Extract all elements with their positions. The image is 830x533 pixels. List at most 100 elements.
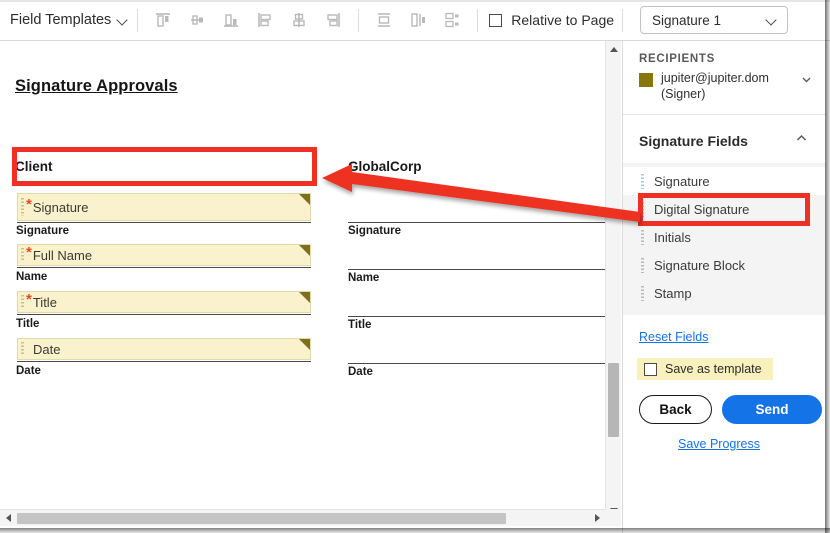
field-item-signature-block[interactable]: Signature Block <box>623 251 825 279</box>
toolbar-divider <box>358 8 360 32</box>
column-heading-client: Client <box>15 159 53 174</box>
chevron-down-icon <box>767 15 778 26</box>
save-as-template-label: Save as template <box>665 362 762 376</box>
drag-grip-icon <box>21 294 24 310</box>
field-caption-date: Date <box>16 365 41 377</box>
right-sidebar: RECIPIENTS jupiter@jupiter.dom (Signer) S… <box>622 41 825 533</box>
scroll-right-arrow-icon[interactable] <box>589 510 605 526</box>
reset-fields-link[interactable]: Reset Fields <box>639 330 708 344</box>
relative-to-page-checkbox[interactable]: Relative to Page <box>489 12 614 28</box>
field-item-digital-signature[interactable]: Digital Signature <box>623 195 825 223</box>
align-right-button[interactable] <box>316 6 350 34</box>
field-templates-label: Field Templates <box>10 12 112 28</box>
field-item-label: Signature Block <box>654 257 746 273</box>
recipient-role: (Signer) <box>661 86 706 101</box>
required-asterisk-icon: * <box>26 196 32 213</box>
document-vertical-scrollbar[interactable] <box>605 41 621 518</box>
required-asterisk-icon: * <box>26 244 32 261</box>
field-item-initials[interactable]: Initials <box>623 223 825 251</box>
checkbox-square-icon <box>489 13 503 27</box>
placed-field-label: Date <box>33 341 61 357</box>
column-heading-globalcorp: GlobalCorp <box>348 159 422 174</box>
field-underline <box>17 222 311 223</box>
field-underline <box>17 361 311 362</box>
drag-grip-icon <box>641 229 644 245</box>
action-button-row: Back Send <box>639 394 825 424</box>
align-top-button[interactable] <box>146 6 180 34</box>
document-page: Signature Approvals Client GlobalCorp * … <box>0 41 606 511</box>
match-width-button[interactable] <box>401 6 435 34</box>
recipient-row[interactable]: jupiter@jupiter.dom (Signer) <box>639 71 813 102</box>
top-toolbar: Field Templates Relative to Page Signatu… <box>0 0 830 41</box>
recipients-section: RECIPIENTS jupiter@jupiter.dom (Signer) <box>623 41 825 115</box>
corp-caption-signature: Signature <box>348 225 402 237</box>
align-bottom-button[interactable] <box>214 6 248 34</box>
placed-field-label: Title <box>32 294 57 310</box>
save-progress-link[interactable]: Save Progress <box>623 437 825 451</box>
signature-fields-list: Signature Digital Signature Initials Sig… <box>623 163 825 315</box>
field-item-signature[interactable]: Signature <box>623 167 825 195</box>
toolbar-divider <box>622 8 624 32</box>
document-horizontal-scrollbar[interactable] <box>0 509 605 526</box>
align-button-group-1 <box>146 6 248 34</box>
corp-caption-date: Date <box>348 366 373 378</box>
align-center-vertical-button[interactable] <box>282 6 316 34</box>
placed-field-title[interactable]: * Title <box>17 291 311 313</box>
placed-field-date[interactable]: Date <box>17 338 311 360</box>
field-item-stamp[interactable]: Stamp <box>623 279 825 307</box>
corp-line-date <box>348 363 606 364</box>
field-underline <box>17 267 311 268</box>
drag-grip-icon <box>21 341 24 357</box>
recipient-color-swatch <box>639 73 653 87</box>
recipient-info: jupiter@jupiter.dom (Signer) <box>661 71 792 102</box>
required-asterisk-icon: * <box>26 291 32 308</box>
application-window: Field Templates Relative to Page Signatu… <box>0 0 830 533</box>
corp-line-name <box>348 269 606 270</box>
document-viewport: Signature Approvals Client GlobalCorp * … <box>0 41 621 533</box>
horizontal-scrollbar-thumb[interactable] <box>17 512 506 524</box>
align-left-button[interactable] <box>248 6 282 34</box>
scrollbar-corner <box>605 509 621 526</box>
distribute-vertical-button[interactable] <box>367 6 401 34</box>
align-button-group-3 <box>367 6 469 34</box>
field-caption-title: Title <box>16 318 40 330</box>
corp-caption-title: Title <box>348 319 372 331</box>
drag-grip-icon <box>641 257 644 273</box>
page-title: Signature Approvals <box>15 77 178 95</box>
field-templates-dropdown[interactable]: Field Templates <box>10 12 129 28</box>
send-button[interactable]: Send <box>722 394 822 424</box>
back-button[interactable]: Back <box>639 394 712 424</box>
align-button-group-2 <box>248 6 350 34</box>
corp-line-title <box>348 316 606 317</box>
drag-grip-icon <box>641 285 644 301</box>
field-item-label: Initials <box>654 229 691 245</box>
scroll-up-arrow-icon[interactable] <box>606 41 621 57</box>
field-item-label: Signature <box>654 173 710 189</box>
field-item-label: Stamp <box>654 285 692 301</box>
field-underline <box>17 314 311 315</box>
scroll-left-arrow-icon[interactable] <box>0 510 16 526</box>
placed-field-label: Full Name <box>32 247 93 263</box>
checkbox-square-icon <box>644 362 657 376</box>
field-select-dropdown[interactable]: Signature 1 <box>640 6 789 34</box>
field-caption-name: Name <box>16 271 48 283</box>
corp-caption-name: Name <box>348 272 380 284</box>
signature-fields-title: Signature Fields <box>639 133 748 149</box>
field-item-label: Digital Signature <box>654 201 750 217</box>
placed-field-signature[interactable]: * Signature <box>17 193 311 221</box>
recipients-heading: RECIPIENTS <box>639 53 716 65</box>
placed-field-full-name[interactable]: * Full Name <box>17 244 311 266</box>
align-middle-horizontal-button[interactable] <box>180 6 214 34</box>
relative-to-page-label: Relative to Page <box>511 12 615 28</box>
signature-fields-header[interactable]: Signature Fields <box>623 115 825 163</box>
drag-grip-icon <box>21 247 24 263</box>
save-as-template-checkbox[interactable]: Save as template <box>637 358 773 380</box>
match-size-button[interactable] <box>435 6 469 34</box>
window-edge-right <box>825 0 830 533</box>
vertical-scrollbar-thumb[interactable] <box>608 363 619 437</box>
chevron-up-icon[interactable] <box>794 131 809 151</box>
field-corner-icon <box>299 245 310 256</box>
toolbar-divider <box>477 8 479 32</box>
toolbar-divider <box>137 8 139 32</box>
chevron-down-icon[interactable] <box>800 73 813 91</box>
